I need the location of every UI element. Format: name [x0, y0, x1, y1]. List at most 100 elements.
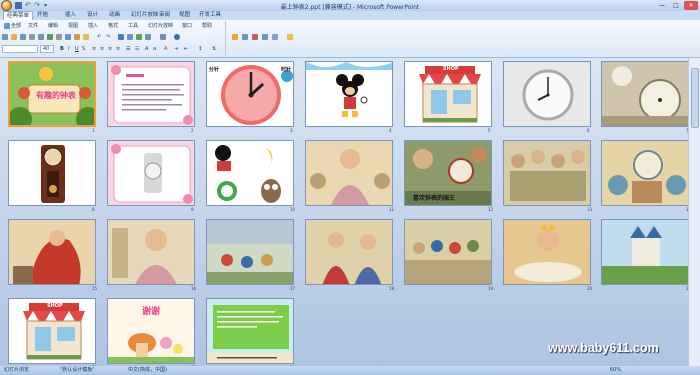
- slide-thumbnail-18[interactable]: [305, 219, 393, 285]
- slide-thumbnail-11[interactable]: [305, 140, 393, 206]
- slide-thumbnail-15[interactable]: [8, 219, 96, 285]
- slide-thumbnail-12[interactable]: 喜欢钟表的国王: [404, 140, 492, 206]
- open-icon[interactable]: [11, 33, 18, 41]
- justify-icon[interactable]: ≡: [116, 45, 120, 53]
- maximize-button[interactable]: □: [670, 1, 682, 10]
- slide-thumbnail-7[interactable]: [601, 61, 689, 127]
- undo-toolbar-icon[interactable]: ↶: [97, 33, 101, 41]
- slide-thumbnail-20[interactable]: [503, 219, 591, 285]
- qat-dropdown-icon[interactable]: ▾: [44, 2, 51, 9]
- menu-tools[interactable]: 工具: [128, 22, 138, 30]
- menu-all[interactable]: 全部: [4, 22, 21, 30]
- indent-icon[interactable]: ⇥: [174, 45, 178, 53]
- slide-thumbnail-8[interactable]: [8, 140, 96, 206]
- tab-animation[interactable]: 动画: [106, 11, 123, 20]
- menu-help[interactable]: 帮助: [202, 22, 212, 30]
- menu-edit[interactable]: 编辑: [48, 22, 58, 30]
- line-spacing-icon[interactable]: ↕: [198, 45, 202, 53]
- office-button[interactable]: [1, 0, 12, 11]
- quick-styles-icon[interactable]: [272, 33, 279, 41]
- layout-icon[interactable]: [242, 33, 249, 41]
- tab-insert[interactable]: 插入: [62, 11, 79, 20]
- print-icon[interactable]: [29, 33, 36, 41]
- italic-icon[interactable]: I: [68, 45, 69, 53]
- menu-format[interactable]: 格式: [108, 22, 118, 30]
- format-painter-icon[interactable]: [83, 33, 90, 41]
- close-button[interactable]: ✕: [684, 1, 698, 10]
- font-size-select[interactable]: 40: [40, 45, 54, 53]
- vertical-scrollbar[interactable]: [688, 58, 700, 366]
- slide-thumbnail-22[interactable]: SHOP: [8, 298, 96, 364]
- tab-view[interactable]: 视图: [176, 11, 193, 20]
- slide-thumbnail-19[interactable]: [404, 219, 492, 285]
- tab-classic-menu[interactable]: 经典菜单: [3, 11, 34, 20]
- picture-icon[interactable]: [136, 33, 143, 41]
- align-right-icon[interactable]: ≡: [108, 45, 112, 53]
- all-menu-icon: [4, 22, 10, 29]
- font-color-icon[interactable]: A: [164, 45, 167, 53]
- slide-thumbnail-2[interactable]: [107, 61, 195, 127]
- slide-thumbnail-17[interactable]: [206, 219, 294, 285]
- shapes-icon[interactable]: [252, 33, 259, 41]
- menu-insert[interactable]: 插入: [88, 22, 98, 30]
- slide-thumbnail-10[interactable]: [206, 140, 294, 206]
- slide-thumbnail-13[interactable]: [503, 140, 591, 206]
- tab-design[interactable]: 设计: [84, 11, 101, 20]
- text-direction-icon[interactable]: ⇅: [212, 45, 216, 53]
- menu-view[interactable]: 视图: [68, 22, 78, 30]
- tab-developer[interactable]: 开发工具: [196, 11, 224, 20]
- zoom-icon[interactable]: [160, 33, 167, 41]
- arrange-icon[interactable]: [262, 33, 269, 41]
- slide-thumbnail-6[interactable]: [503, 61, 591, 127]
- minimize-button[interactable]: —: [656, 1, 668, 10]
- preview-icon[interactable]: [38, 33, 45, 41]
- menu-file[interactable]: 文件: [28, 22, 38, 30]
- bold-icon[interactable]: B: [60, 45, 64, 53]
- outdent-icon[interactable]: ⇤: [184, 45, 188, 53]
- table-icon[interactable]: [127, 33, 134, 41]
- save-icon[interactable]: [15, 2, 22, 9]
- new-slide-icon[interactable]: [232, 33, 239, 41]
- menu-slideshow[interactable]: 幻灯片放映: [148, 22, 173, 30]
- tab-home[interactable]: 开始: [34, 11, 51, 20]
- decrease-font-icon[interactable]: a: [153, 45, 156, 53]
- paste-icon[interactable]: [74, 33, 81, 41]
- undo-icon[interactable]: ↶: [25, 2, 32, 9]
- menu-window[interactable]: 窗口: [182, 22, 192, 30]
- new-icon[interactable]: [2, 33, 9, 41]
- spelling-icon[interactable]: [47, 33, 54, 41]
- tab-review[interactable]: 审阅: [156, 11, 173, 20]
- shape-fill-icon[interactable]: [287, 33, 294, 41]
- slide-thumbnail-9[interactable]: [107, 140, 195, 206]
- cut-icon[interactable]: [56, 33, 63, 41]
- numbering-icon[interactable]: ☷: [135, 45, 139, 53]
- slide-thumbnail-23[interactable]: 谢谢: [107, 298, 195, 364]
- underline-icon[interactable]: U: [75, 45, 79, 53]
- align-center-icon[interactable]: ≡: [100, 45, 104, 53]
- slide-thumbnail-5[interactable]: SHOP: [404, 61, 492, 127]
- slide-thumbnail-21[interactable]: [601, 219, 689, 285]
- bullets-icon[interactable]: ☰: [126, 45, 130, 53]
- zoom-level[interactable]: 60%: [610, 366, 621, 375]
- font-name-select[interactable]: [2, 45, 38, 53]
- align-left-icon[interactable]: ≡: [92, 45, 96, 53]
- copy-icon[interactable]: [65, 33, 72, 41]
- redo-icon[interactable]: ↷: [34, 2, 41, 9]
- shadow-icon[interactable]: S: [82, 45, 85, 53]
- help-icon[interactable]: [174, 33, 181, 41]
- slide-thumbnail-14[interactable]: [601, 140, 689, 206]
- scrollbar-thumb[interactable]: [691, 68, 699, 128]
- hyperlink-icon[interactable]: [145, 33, 152, 41]
- slide-thumbnail-1[interactable]: 有趣的钟表: [8, 61, 96, 127]
- slide-thumbnail-24[interactable]: [206, 298, 294, 364]
- slide-thumbnail-4[interactable]: [305, 61, 393, 127]
- slide-thumbnail-3[interactable]: 分针 时针: [206, 61, 294, 127]
- ribbon: 全部 文件 编辑 视图 插入 格式 工具 幻灯片放映 窗口 帮助 ↶ ↷ 40 …: [0, 20, 700, 58]
- status-language: 中文(简体，中国): [128, 367, 167, 373]
- increase-font-icon[interactable]: A: [145, 45, 148, 53]
- slide-20-art: [504, 220, 590, 284]
- redo-toolbar-icon[interactable]: ↷: [106, 33, 110, 41]
- slide-thumbnail-16[interactable]: [107, 219, 195, 285]
- save-toolbar-icon[interactable]: [20, 33, 27, 41]
- chart-icon[interactable]: [118, 33, 125, 41]
